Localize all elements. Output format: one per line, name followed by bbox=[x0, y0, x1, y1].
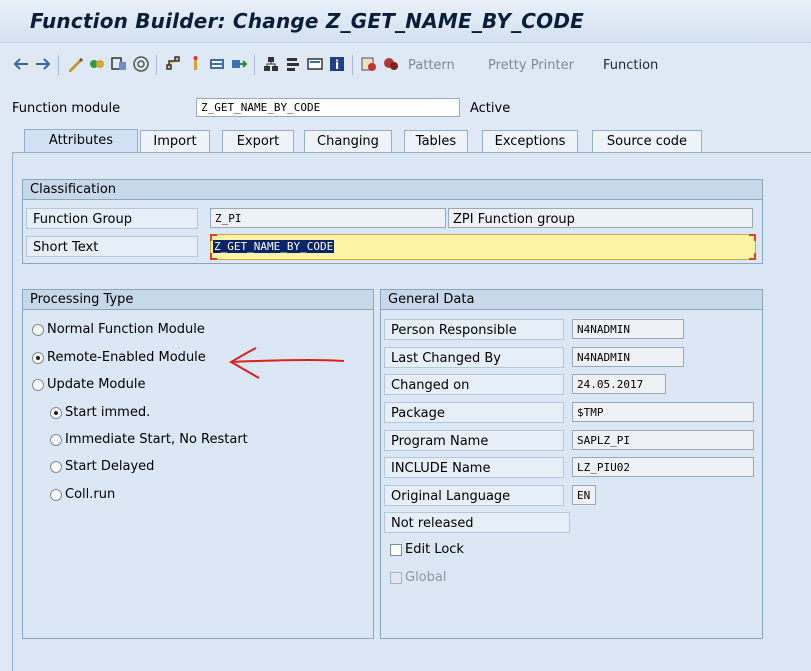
include-name-field: LZ_PIU02 bbox=[572, 457, 754, 477]
tree-icon[interactable] bbox=[262, 55, 280, 73]
radio-update-module[interactable]: Update Module bbox=[32, 377, 145, 392]
short-text-value: Z_GET_NAME_BY_CODE bbox=[213, 240, 335, 253]
program-name-field: SAPLZ_PI bbox=[572, 430, 754, 450]
general-data-title: General Data bbox=[381, 290, 762, 310]
radio-label: Immediate Start, No Restart bbox=[65, 432, 248, 447]
checkbox-box-disabled bbox=[390, 571, 402, 584]
navigate-icon[interactable] bbox=[230, 55, 248, 73]
radio-start-delayed[interactable]: Start Delayed bbox=[50, 459, 154, 474]
edit-lock-checkbox[interactable]: Edit Lock bbox=[390, 542, 464, 557]
tab-export[interactable]: Export bbox=[222, 130, 294, 152]
activation-status: Active bbox=[470, 101, 511, 116]
radio-label: Remote-Enabled Module bbox=[47, 350, 206, 365]
field-corner-br bbox=[749, 253, 756, 260]
changed-on-label: Changed on bbox=[384, 374, 564, 395]
checkbox-label: Edit Lock bbox=[405, 542, 464, 557]
annotation-arrow-icon bbox=[228, 347, 345, 379]
last-changed-by-label: Last Changed By bbox=[384, 347, 564, 368]
radio-start-immed[interactable]: Start immed. bbox=[50, 405, 150, 420]
forward-arrow-icon[interactable] bbox=[34, 55, 52, 73]
last-changed-by-field: N4NADMIN bbox=[572, 347, 684, 367]
tab-attributes[interactable]: Attributes bbox=[24, 129, 138, 153]
processing-type-title: Processing Type bbox=[23, 290, 373, 310]
title-bar: Function Builder: Change Z_GET_NAME_BY_C… bbox=[0, 0, 811, 42]
radio-label: Coll.run bbox=[65, 487, 116, 502]
display-change-icon[interactable] bbox=[66, 55, 84, 73]
hierarchy-icon[interactable] bbox=[164, 55, 182, 73]
short-text-field[interactable]: Z_GET_NAME_BY_CODE bbox=[210, 234, 756, 260]
person-responsible-label: Person Responsible bbox=[384, 319, 564, 340]
original-language-label: Original Language bbox=[384, 485, 564, 506]
radio-button[interactable] bbox=[32, 323, 44, 336]
radio-label: Normal Function Module bbox=[47, 322, 205, 337]
person-responsible-field: N4NADMIN bbox=[572, 319, 684, 339]
field-corner-bl bbox=[210, 253, 217, 260]
radio-button[interactable] bbox=[50, 460, 62, 473]
original-language-field: EN bbox=[572, 485, 596, 505]
radio-button-selected[interactable] bbox=[32, 351, 44, 364]
radio-button[interactable] bbox=[32, 378, 44, 391]
checkbox-label: Global bbox=[405, 570, 447, 585]
radio-label: Start immed. bbox=[65, 405, 151, 420]
tab-source-code[interactable]: Source code bbox=[592, 130, 702, 152]
radio-immediate-start-no-restart[interactable]: Immediate Start, No Restart bbox=[50, 432, 248, 447]
radio-remote-enabled-module[interactable]: Remote-Enabled Module bbox=[32, 350, 206, 365]
radio-button[interactable] bbox=[50, 433, 62, 446]
package-field: $TMP bbox=[572, 402, 754, 422]
svg-text:i: i bbox=[335, 58, 339, 72]
classification-title: Classification bbox=[23, 180, 762, 200]
function-button[interactable]: Function bbox=[603, 58, 658, 73]
release-status: Not released bbox=[384, 512, 570, 533]
package-label: Package bbox=[384, 402, 564, 423]
tab-tables[interactable]: Tables bbox=[404, 130, 468, 152]
enhance-icon[interactable] bbox=[382, 55, 400, 73]
short-text-label: Short Text bbox=[26, 236, 198, 257]
global-checkbox: Global bbox=[390, 570, 446, 585]
function-module-label: Function module bbox=[12, 101, 121, 116]
radio-normal-function-module[interactable]: Normal Function Module bbox=[32, 322, 205, 337]
tab-import[interactable]: Import bbox=[140, 130, 210, 152]
radio-coll-run[interactable]: Coll.run bbox=[50, 487, 115, 502]
function-group-field[interactable]: Z_PI bbox=[210, 208, 446, 228]
pretty-printer-button[interactable]: Pretty Printer bbox=[488, 58, 574, 73]
screen-icon[interactable] bbox=[306, 55, 324, 73]
radio-button-selected[interactable] bbox=[50, 406, 62, 419]
checkbox-box[interactable] bbox=[390, 543, 402, 556]
page-title: Function Builder: Change Z_GET_NAME_BY_C… bbox=[30, 9, 585, 33]
layout-icon[interactable] bbox=[284, 55, 302, 73]
function-group-label: Function Group bbox=[26, 208, 198, 229]
where-used-icon[interactable] bbox=[132, 55, 150, 73]
function-group-description: ZPI Function group bbox=[448, 208, 753, 228]
activate-icon[interactable] bbox=[110, 55, 128, 73]
program-name-label: Program Name bbox=[384, 430, 564, 451]
include-name-label: INCLUDE Name bbox=[384, 457, 564, 478]
field-corner-tr bbox=[749, 234, 756, 241]
tab-exceptions[interactable]: Exceptions bbox=[482, 130, 578, 152]
tab-changing[interactable]: Changing bbox=[304, 130, 392, 152]
radio-label: Start Delayed bbox=[65, 459, 155, 474]
radio-label: Update Module bbox=[47, 377, 146, 392]
changed-on-field: 24.05.2017 bbox=[572, 374, 666, 394]
info-icon[interactable]: i bbox=[328, 55, 346, 73]
function-module-field[interactable]: Z_GET_NAME_BY_CODE bbox=[196, 98, 460, 117]
check-icon[interactable] bbox=[88, 55, 106, 73]
display-object-list-icon[interactable] bbox=[208, 55, 226, 73]
field-corner-tl bbox=[210, 234, 217, 241]
other-object-icon[interactable] bbox=[186, 55, 204, 73]
pattern-button[interactable]: Pattern bbox=[408, 58, 455, 73]
display-function-icon[interactable] bbox=[360, 55, 378, 73]
application-toolbar: i Pattern Pretty Printer Function bbox=[0, 42, 811, 89]
back-arrow-icon[interactable] bbox=[12, 55, 30, 73]
radio-button[interactable] bbox=[50, 488, 62, 501]
